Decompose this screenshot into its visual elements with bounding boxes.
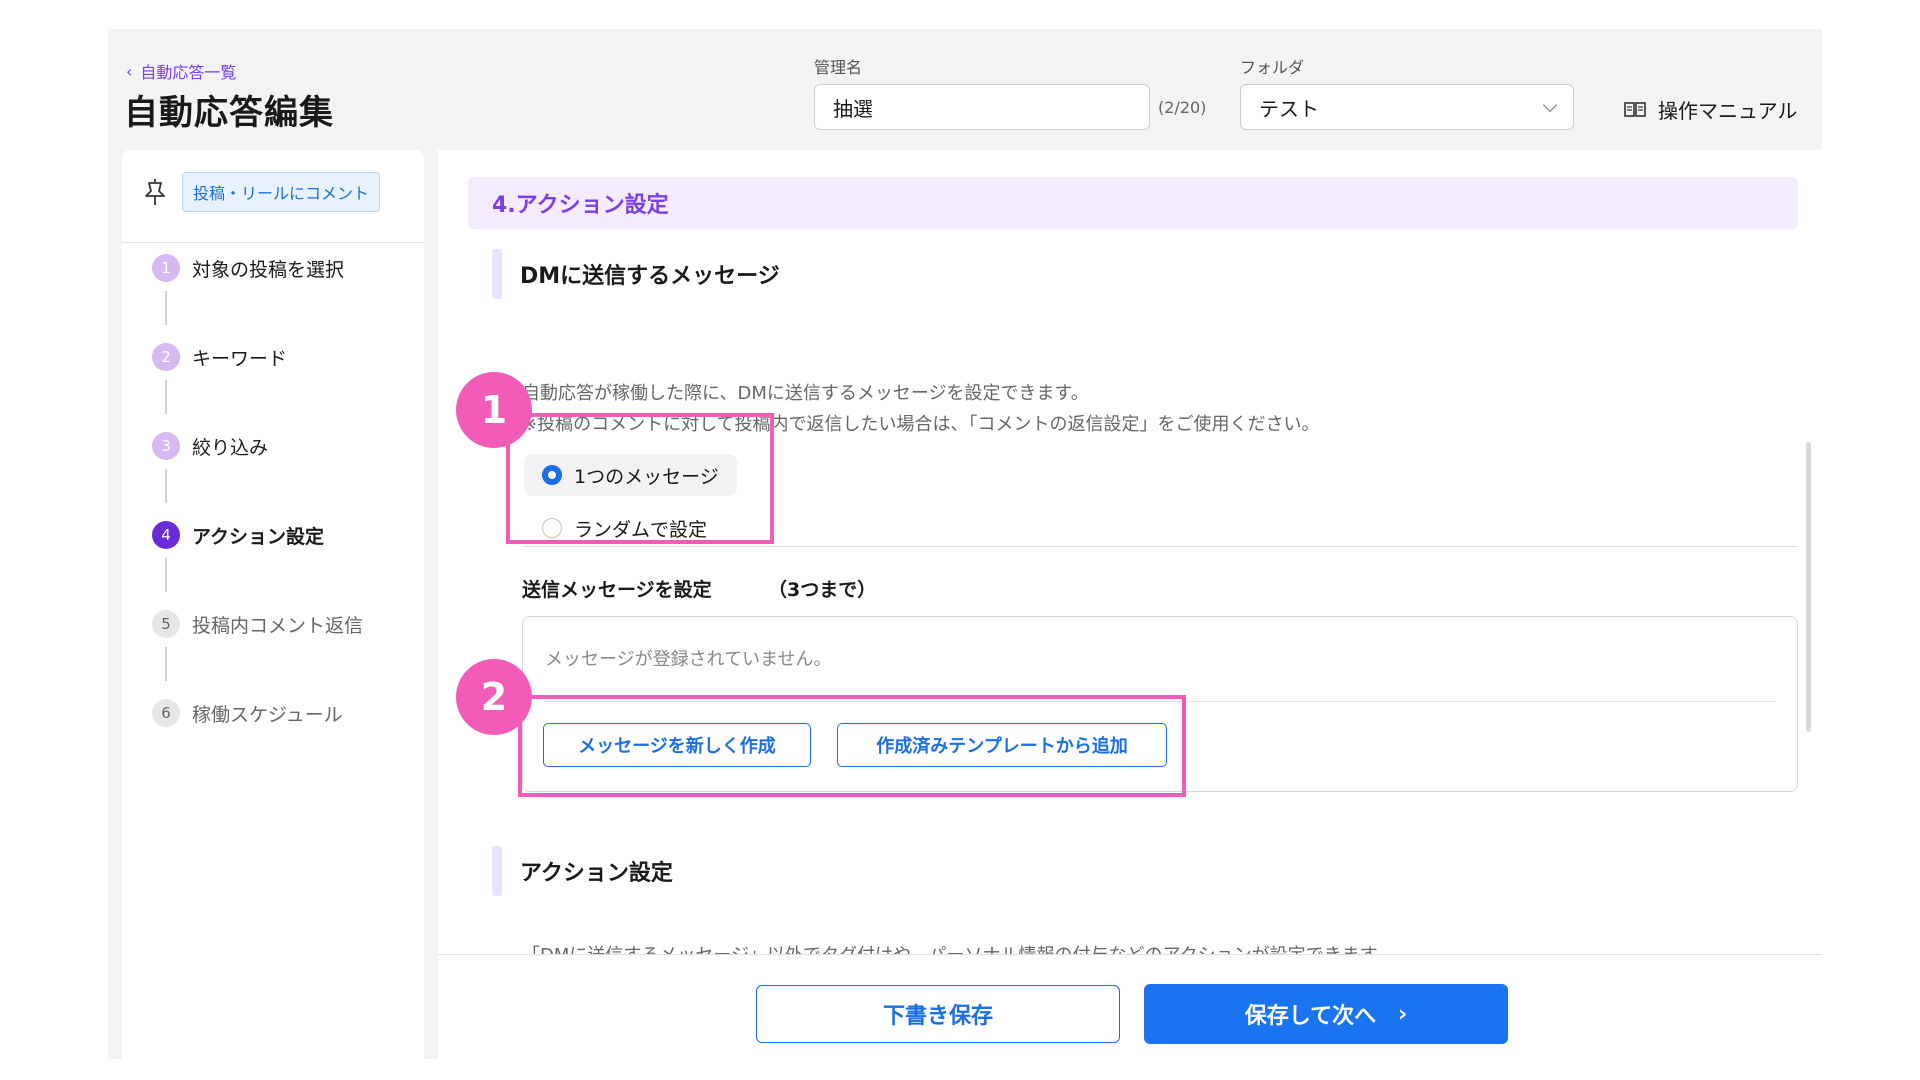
dm-heading: DMに送信するメッセージ — [492, 249, 780, 299]
manual-link[interactable]: 操作マニュアル — [1624, 95, 1797, 124]
trigger-row: 投稿・リールにコメント — [142, 172, 381, 212]
step-label: 投稿内コメント返信 — [192, 614, 364, 637]
annotation-box-2 — [518, 695, 1186, 797]
step-2[interactable]: 2 キーワード — [152, 343, 287, 371]
main-panel: 4.アクション設定 DMに送信するメッセージ 自動応答が稼働した際に、DMに送信… — [438, 150, 1822, 1059]
chevron-left-icon: ‹ — [126, 61, 133, 81]
heading-bar — [492, 249, 502, 299]
trigger-badge: 投稿・リールにコメント — [182, 172, 381, 212]
step-label: 稼働スケジュール — [192, 703, 343, 726]
back-link[interactable]: ‹ 自動応答一覧 — [126, 59, 236, 83]
step-number: 3 — [152, 432, 180, 460]
save-draft-button[interactable]: 下書き保存 — [756, 985, 1120, 1043]
step-number: 5 — [152, 610, 180, 638]
name-label: 管理名 — [814, 58, 863, 77]
app-window: ‹ 自動応答一覧 自動応答編集 管理名 (2/20) フォルダ テスト 操作マニ… — [108, 29, 1822, 1059]
pin-icon — [145, 179, 165, 205]
message-empty-text: メッセージが登録されていません。 — [545, 649, 832, 670]
scrollbar[interactable] — [1806, 442, 1811, 732]
action-heading: アクション設定 — [492, 846, 673, 896]
step-number: 4 — [152, 521, 180, 549]
step-3[interactable]: 3 絞り込み — [152, 432, 268, 460]
divider — [122, 242, 424, 243]
step-4[interactable]: 4 アクション設定 — [152, 521, 324, 549]
step-number: 6 — [152, 699, 180, 727]
step-connector — [165, 647, 167, 681]
name-char-count: (2/20) — [1158, 98, 1207, 117]
dm-description: 自動応答が稼働した際に、DMに送信するメッセージを設定できます。 — [522, 383, 1089, 404]
name-input[interactable] — [814, 84, 1150, 130]
chevron-down-icon — [1542, 97, 1558, 112]
step-number: 2 — [152, 343, 180, 371]
annotation-marker-1: 1 — [456, 372, 532, 448]
step-1[interactable]: 1 対象の投稿を選択 — [152, 254, 344, 282]
page-title: 自動応答編集 — [124, 93, 334, 133]
footer-bar: 下書き保存 保存して次へ › — [438, 954, 1822, 1059]
step-number: 1 — [152, 254, 180, 282]
message-setting-title: 送信メッセージを設定 — [522, 579, 712, 601]
save-next-label: 保存して次へ — [1244, 1004, 1377, 1029]
step-label: キーワード — [192, 347, 288, 370]
step-label: アクション設定 — [192, 525, 325, 548]
step-sidebar: 投稿・リールにコメント 1 対象の投稿を選択 2 キーワード 3 絞り込み 4 … — [122, 150, 424, 1059]
save-next-button[interactable]: 保存して次へ › — [1144, 984, 1508, 1044]
step-connector — [165, 558, 167, 592]
message-limit: （3つまで） — [768, 579, 877, 601]
step-label: 対象の投稿を選択 — [192, 258, 345, 281]
step-5[interactable]: 5 投稿内コメント返信 — [152, 610, 363, 638]
annotation-box-1 — [506, 413, 774, 544]
step-connector — [165, 469, 167, 503]
annotation-marker-2: 2 — [456, 659, 532, 735]
folder-label: フォルダ — [1240, 58, 1305, 77]
action-heading-text: アクション設定 — [520, 861, 673, 886]
chevron-right-icon: › — [1398, 1001, 1408, 1027]
folder-select[interactable]: テスト — [1240, 84, 1574, 130]
divider — [522, 546, 1798, 547]
dm-heading-text: DMに送信するメッセージ — [520, 264, 780, 289]
folder-select-value: テスト — [1259, 96, 1319, 121]
step-connector — [165, 380, 167, 414]
section-title: 4.アクション設定 — [468, 177, 1798, 229]
back-link-label: 自動応答一覧 — [140, 63, 237, 82]
step-connector — [165, 291, 167, 325]
step-label: 絞り込み — [192, 436, 269, 459]
heading-bar — [492, 846, 502, 896]
book-icon — [1624, 101, 1646, 117]
step-6[interactable]: 6 稼働スケジュール — [152, 699, 343, 727]
manual-link-label: 操作マニュアル — [1658, 99, 1798, 123]
